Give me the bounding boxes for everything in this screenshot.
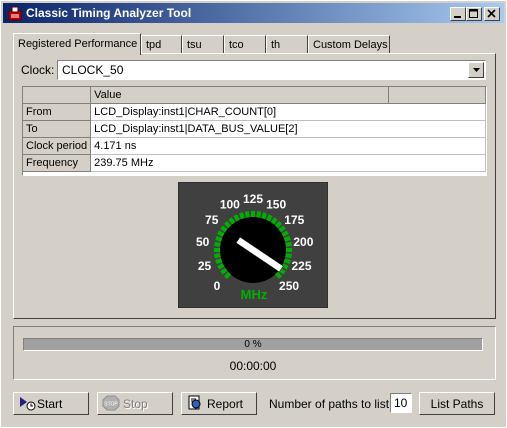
list-paths-button-label: List Paths xyxy=(430,397,484,411)
tab-tpd[interactable]: tpd xyxy=(141,35,182,53)
gauge-tick-label: 150 xyxy=(266,198,286,212)
start-button[interactable]: Start xyxy=(13,392,89,415)
row-label-frequency: Frequency xyxy=(23,154,92,172)
report-button[interactable]: Report xyxy=(181,392,257,415)
gauge-tick-mark xyxy=(283,236,291,242)
gauge-tick-mark xyxy=(228,217,236,225)
table-row[interactable]: Frequency 239.75 MHz xyxy=(23,154,486,172)
paths-count-input[interactable]: 10 xyxy=(390,393,412,413)
gauge-tick-mark xyxy=(256,211,262,218)
tab-custom-delays[interactable]: Custom Delays xyxy=(308,35,390,53)
clock-dropdown-button[interactable] xyxy=(468,62,484,78)
gauge-tick-mark xyxy=(214,241,221,247)
table-row[interactable]: From LCD_Display:inst1|CHAR_COUNT[0] xyxy=(23,103,486,121)
clock-select[interactable]: CLOCK_50 xyxy=(57,60,486,80)
row-value-to: LCD_Display:inst1|DATA_BUS_VALUE[2] xyxy=(90,120,486,138)
minimize-button[interactable] xyxy=(450,7,466,21)
gauge-tick-mark xyxy=(215,236,223,242)
gauge-tick-mark xyxy=(261,212,267,220)
start-icon xyxy=(20,397,36,411)
gauge-tick-label: 125 xyxy=(243,192,263,206)
row-label-clock-period: Clock period xyxy=(23,137,92,155)
gauge-tick-label: 0 xyxy=(214,279,221,293)
gauge-tick-label: 175 xyxy=(284,213,304,227)
gauge-tick-mark xyxy=(233,214,240,222)
close-button[interactable] xyxy=(484,7,500,21)
list-paths-button[interactable]: List Paths xyxy=(419,392,495,415)
maximize-button[interactable] xyxy=(466,7,482,21)
gauge-tick-mark xyxy=(217,263,225,270)
report-button-label: Report xyxy=(207,397,244,411)
stop-button[interactable]: STOP Stop xyxy=(97,392,173,415)
progress-percent: 0 % xyxy=(244,339,262,350)
gauge-tick-mark xyxy=(220,225,228,233)
clock-label: Clock: xyxy=(21,63,55,77)
row-label-from: From xyxy=(23,103,92,121)
stop-button-label: Stop xyxy=(123,397,148,411)
clock-select-value: CLOCK_50 xyxy=(62,63,124,77)
maximize-icon xyxy=(469,9,478,18)
gauge-tick-mark xyxy=(285,253,292,259)
table-row[interactable]: To LCD_Display:inst1|DATA_BUS_VALUE[2] xyxy=(23,120,486,138)
tab-registered-performance[interactable]: Registered Performance xyxy=(13,33,141,55)
minimize-icon xyxy=(454,16,461,18)
gauge-tick-mark xyxy=(281,230,289,237)
svg-text:STOP: STOP xyxy=(104,402,118,408)
chevron-down-icon xyxy=(473,68,480,72)
row-value-clock-period: 4.171 ns xyxy=(90,137,486,155)
gauge-unit-label: MHz xyxy=(241,287,268,302)
title-bar[interactable]: Classic Timing Analyzer Tool xyxy=(3,3,504,23)
progress-bar: 0 % xyxy=(23,338,483,351)
paths-count-label: Number of paths to list: xyxy=(269,397,393,411)
row-value-frequency: 239.75 MHz xyxy=(90,154,486,172)
grid-corner-header xyxy=(23,87,92,104)
gauge-tick-mark xyxy=(266,214,273,222)
tab-tco[interactable]: tco xyxy=(224,35,266,53)
gauge-tick-label: 250 xyxy=(279,279,299,293)
gauge-tick-mark xyxy=(217,230,225,237)
value-column-header[interactable]: Value xyxy=(90,87,390,104)
gauge-tick-mark xyxy=(285,241,292,247)
gauge-tick-mark xyxy=(244,211,250,218)
gauge-tick-mark xyxy=(239,212,245,220)
gauge-tick-mark xyxy=(270,217,278,225)
tab-tsu[interactable]: tsu xyxy=(182,35,224,53)
gauge-tick-label: 75 xyxy=(205,213,219,227)
row-value-from: LCD_Display:inst1|CHAR_COUNT[0] xyxy=(90,103,486,121)
gauge-tick-label: 50 xyxy=(196,235,210,249)
empty-column-header xyxy=(388,87,486,104)
app-icon xyxy=(8,6,22,21)
results-grid[interactable]: Value From LCD_Display:inst1|CHAR_COUNT[… xyxy=(22,86,487,176)
close-icon xyxy=(487,9,496,18)
stop-icon: STOP xyxy=(102,395,120,411)
gauge-tick-label: 100 xyxy=(220,198,240,212)
gauge-tick-mark xyxy=(220,267,228,275)
window-title: Classic Timing Analyzer Tool xyxy=(26,6,192,20)
report-icon xyxy=(188,395,201,410)
start-button-label: Start xyxy=(37,397,63,411)
gauge-tick-mark xyxy=(278,225,286,233)
gauge-tick-mark xyxy=(283,258,291,264)
elapsed-time: 00:00:00 xyxy=(229,359,277,373)
gauge-tick-label: 25 xyxy=(198,259,212,273)
gauge-tick-label: 200 xyxy=(293,235,313,249)
gauge-tick-mark xyxy=(215,258,223,264)
row-label-to: To xyxy=(23,120,92,138)
grid-header-row: Value xyxy=(23,87,486,104)
tab-th[interactable]: th xyxy=(266,35,308,53)
table-row[interactable]: Clock period 4.171 ns xyxy=(23,137,486,155)
gauge-tick-label: 225 xyxy=(291,259,311,273)
frequency-gauge: 025 50 75100 125 150175 200 225 250 MHz xyxy=(178,182,328,308)
gauge-tick-mark xyxy=(214,253,221,259)
